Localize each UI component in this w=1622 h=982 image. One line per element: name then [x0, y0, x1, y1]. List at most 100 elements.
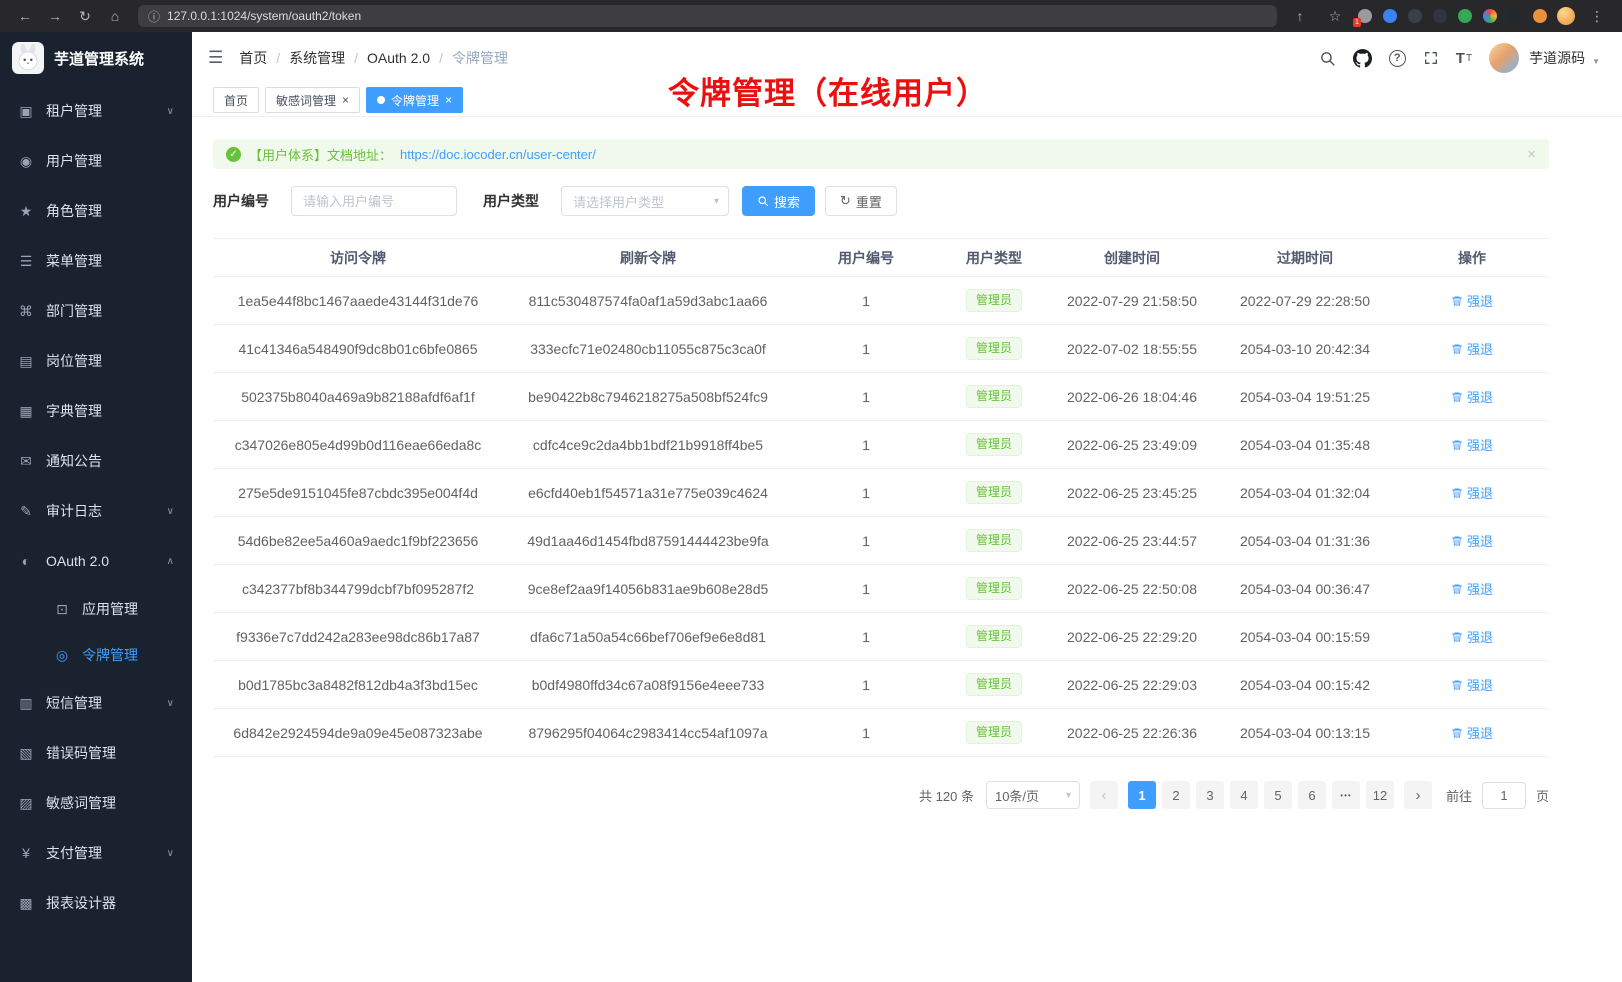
sidebar-subitem-oauth2-app[interactable]: ⊡ 应用管理 [0, 586, 192, 632]
sidebar-item-role[interactable]: ★ 角色管理 [0, 186, 192, 236]
pagination-page[interactable]: 3 [1196, 781, 1224, 809]
app-logo[interactable]: 芋道管理系统 [0, 32, 192, 84]
extension-colorful[interactable] [1482, 8, 1498, 24]
reset-button[interactable]: ↻ 重置 [825, 186, 897, 216]
prev-page-button[interactable]: ‹ [1090, 781, 1118, 809]
force-logout-button[interactable]: 强退 [1451, 291, 1493, 310]
pagination-page[interactable]: 12 [1366, 781, 1394, 809]
sidebar-item-notice[interactable]: ✉ 通知公告 [0, 436, 192, 486]
user-type-select[interactable]: 请选择用户类型 ▾ [561, 186, 729, 216]
sidebar-item-tenant[interactable]: ▣ 租户管理 ∨ [0, 86, 192, 136]
tab-token[interactable]: 令牌管理 × [366, 87, 463, 113]
cell-refresh-token: 333ecfc71e02480cb11055c875c3ca0f [503, 325, 793, 373]
extension-blue[interactable] [1382, 8, 1398, 24]
force-logout-button[interactable]: 强退 [1451, 723, 1493, 742]
tab-sensitive-word[interactable]: 敏感词管理 × [265, 87, 360, 113]
tab-close-icon[interactable]: × [445, 94, 452, 106]
url-text: 127.0.0.1:1024/system/oauth2/token [167, 9, 361, 23]
pagination-page[interactable]: 6 [1298, 781, 1326, 809]
trash-icon [1451, 631, 1463, 643]
tab-close-icon[interactable]: × [342, 94, 349, 106]
cell-actions: 强退 [1395, 517, 1549, 565]
reload-icon[interactable]: ↻ [72, 4, 98, 28]
force-logout-button[interactable]: 强退 [1451, 339, 1493, 358]
sidebar-item-oauth2[interactable]: ◐ OAuth 2.0 ∧ [0, 536, 192, 586]
search-icon[interactable] [1319, 50, 1336, 67]
force-logout-button[interactable]: 强退 [1451, 435, 1493, 454]
goto-page-input[interactable] [1482, 782, 1526, 809]
sidebar-item-error-code[interactable]: ▧ 错误码管理 [0, 728, 192, 778]
breadcrumb-separator: / [354, 50, 358, 66]
github-icon[interactable] [1353, 49, 1372, 68]
page-size-select[interactable]: 10条/页 ▾ [986, 781, 1080, 809]
cell-user-id: 1 [793, 421, 939, 469]
sidebar-item-user[interactable]: ◉ 用户管理 [0, 136, 192, 186]
force-logout-button[interactable]: 强退 [1451, 531, 1493, 550]
user-name[interactable]: 芋道源码 [1529, 48, 1585, 68]
pagination-page[interactable]: 5 [1264, 781, 1292, 809]
cell-expire-time: 2022-07-29 22:28:50 [1215, 277, 1395, 325]
pagination-page[interactable]: 2 [1162, 781, 1190, 809]
breadcrumb-item[interactable]: 首页 [239, 48, 267, 68]
user-menu-caret-icon[interactable]: ▼ [1592, 57, 1600, 66]
browser-menu-icon[interactable]: ⋮ [1584, 4, 1610, 28]
user-id-input[interactable] [291, 186, 457, 216]
sidebar-item-report-designer[interactable]: ▩ 报表设计器 [0, 878, 192, 928]
menu-item-label: 岗位管理 [46, 351, 102, 371]
sidebar-item-sms[interactable]: ▥ 短信管理 ∨ [0, 678, 192, 728]
font-size-icon[interactable]: TT [1456, 50, 1472, 67]
user-avatar[interactable] [1489, 43, 1519, 73]
forward-icon[interactable]: → [42, 4, 68, 28]
extension-smiley[interactable] [1532, 8, 1548, 24]
force-logout-button[interactable]: 强退 [1451, 579, 1493, 598]
site-info-icon[interactable]: ⓘ [148, 8, 160, 25]
home-icon[interactable]: ⌂ [102, 4, 128, 28]
search-button-label: 搜索 [774, 192, 800, 211]
cell-user-id: 1 [793, 373, 939, 421]
back-icon[interactable]: ← [12, 4, 38, 28]
breadcrumb-item[interactable]: 系统管理 [289, 48, 345, 68]
alert-close-icon[interactable]: × [1527, 146, 1536, 163]
search-button[interactable]: 搜索 [742, 186, 815, 216]
address-bar[interactable]: ⓘ 127.0.0.1:1024/system/oauth2/token [138, 5, 1277, 27]
browser-profile-avatar[interactable] [1557, 7, 1575, 25]
force-logout-button[interactable]: 强退 [1451, 627, 1493, 646]
force-logout-button[interactable]: 强退 [1451, 483, 1493, 502]
cell-create-time: 2022-06-25 23:44:57 [1049, 517, 1215, 565]
share-icon[interactable]: ↑ [1287, 4, 1313, 28]
extension-gray-badged[interactable]: 1 [1357, 8, 1373, 24]
sidebar-item-menu[interactable]: ☰ 菜单管理 [0, 236, 192, 286]
tab-label: 敏感词管理 [276, 92, 336, 109]
cell-user-type: 管理员 [939, 469, 1049, 517]
help-icon[interactable]: ? [1389, 50, 1406, 67]
bookmark-star-icon[interactable]: ☆ [1322, 4, 1348, 28]
force-logout-button[interactable]: 强退 [1451, 387, 1493, 406]
tab-home[interactable]: 首页 [213, 87, 259, 113]
sidebar-item-audit-log[interactable]: ✎ 审计日志 ∨ [0, 486, 192, 536]
sidebar-item-dict[interactable]: ▦ 字典管理 [0, 386, 192, 436]
sidebar-item-sensitive-word[interactable]: ▨ 敏感词管理 [0, 778, 192, 828]
pagination-page[interactable]: ••• [1332, 781, 1360, 809]
sidebar-subitem-oauth2-token[interactable]: ◎ 令牌管理 [0, 632, 192, 678]
extension-dark-3[interactable] [1507, 8, 1523, 24]
extension-dark-2[interactable] [1432, 8, 1448, 24]
success-check-icon: ✓ [226, 147, 241, 162]
fullscreen-icon[interactable] [1423, 50, 1439, 66]
doc-link[interactable]: https://doc.iocoder.cn/user-center/ [400, 147, 596, 162]
cell-expire-time: 2054-03-04 00:13:15 [1215, 709, 1395, 757]
sidebar-item-dept[interactable]: ⌘ 部门管理 [0, 286, 192, 336]
chevron-icon: ∧ [167, 556, 174, 567]
pagination-page[interactable]: 1 [1128, 781, 1156, 809]
sidebar-item-post[interactable]: ▤ 岗位管理 [0, 336, 192, 386]
cell-refresh-token: 49d1aa46d1454fbd87591444423be9fa [503, 517, 793, 565]
breadcrumb-item[interactable]: OAuth 2.0 [367, 50, 430, 66]
sidebar-collapse-icon[interactable]: ☰ [208, 48, 223, 68]
extension-dark-1[interactable] [1407, 8, 1423, 24]
extension-green[interactable] [1457, 8, 1473, 24]
next-page-button[interactable]: › [1404, 781, 1432, 809]
pagination-page[interactable]: 4 [1230, 781, 1258, 809]
table-row: 41c41346a548490f9dc8b01c6bfe0865 333ecfc… [213, 325, 1549, 373]
sidebar-item-pay[interactable]: ¥ 支付管理 ∨ [0, 828, 192, 878]
filter-bar: 用户编号 用户类型 请选择用户类型 ▾ 搜索 ↻ 重置 [213, 186, 1549, 216]
force-logout-button[interactable]: 强退 [1451, 675, 1493, 694]
